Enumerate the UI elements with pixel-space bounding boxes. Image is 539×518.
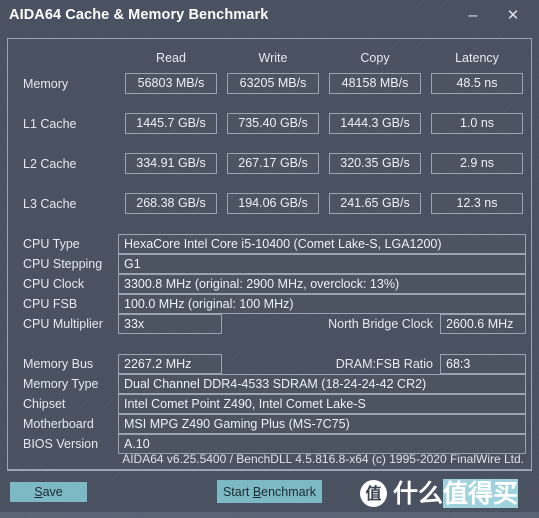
cpu-stepping-label: CPU Stepping [23, 257, 103, 271]
window-title: AIDA64 Cache & Memory Benchmark [9, 7, 269, 23]
memory-latency-value: 48.5 ns [431, 73, 523, 94]
cpu-fsb-value: 100.0 MHz (original: 100 MHz) [118, 294, 526, 314]
start-label-pre: Start [222, 484, 253, 499]
motherboard-label: Motherboard [23, 417, 94, 431]
cpu-multiplier-value: 33x [118, 314, 222, 334]
minimize-button[interactable]: – [460, 4, 486, 28]
save-accel-key: S [34, 485, 43, 499]
memory-copy-value: 48158 MB/s [329, 73, 421, 94]
cpu-type-label: CPU Type [23, 237, 80, 251]
l1-copy-value: 1444.3 GB/s [329, 113, 421, 134]
column-header-write: Write [258, 51, 288, 65]
start-label-rest: enchmark [261, 484, 317, 499]
memory-bus-value: 2267.2 MHz [118, 354, 222, 374]
start-accel-key: B [252, 484, 262, 499]
memory-write-value: 63205 MB/s [227, 73, 319, 94]
memory-type-value: Dual Channel DDR4-4533 SDRAM (18-24-24-4… [118, 374, 526, 394]
l3-write-value: 194.06 GB/s [227, 193, 319, 214]
north-bridge-clock-value: 2600.6 MHz [440, 314, 526, 334]
version-info-bar: AIDA64 v6.25.5400 / BenchDLL 4.5.816.8-x… [7, 449, 532, 471]
memory-type-label: Memory Type [23, 377, 99, 391]
l2-read-value: 334.91 GB/s [125, 153, 217, 174]
row-label-memory: Memory [23, 77, 69, 91]
dram-fsb-ratio-value: 68:3 [440, 354, 526, 374]
l2-copy-value: 320.35 GB/s [329, 153, 421, 174]
start-benchmark-button[interactable]: Start Benchmark [217, 480, 322, 503]
l1-read-value: 1445.7 GB/s [125, 113, 217, 134]
l2-write-value: 267.17 GB/s [227, 153, 319, 174]
motherboard-value: MSI MPG Z490 Gaming Plus (MS-7C75) [118, 414, 526, 434]
column-header-copy: Copy [360, 51, 390, 65]
l1-write-value: 735.40 GB/s [227, 113, 319, 134]
row-label-l2-cache: L2 Cache [23, 157, 77, 171]
cpu-clock-label: CPU Clock [23, 277, 85, 291]
cpu-stepping-value: G1 [118, 254, 526, 274]
l3-read-value: 268.38 GB/s [125, 193, 217, 214]
watermark-logo: 值 什么值得买 [360, 476, 519, 510]
l2-latency-value: 2.9 ns [431, 153, 523, 174]
l1-latency-value: 1.0 ns [431, 113, 523, 134]
bottom-strip [0, 512, 539, 518]
title-bar[interactable]: AIDA64 Cache & Memory Benchmark – ✕ [0, 0, 539, 34]
cpu-multiplier-label: CPU Multiplier [23, 317, 103, 331]
memory-bus-label: Memory Bus [23, 357, 94, 371]
row-label-l1-cache: L1 Cache [23, 117, 77, 131]
cpu-fsb-label: CPU FSB [23, 297, 78, 311]
watermark-text-plain: 什么 [393, 478, 444, 508]
row-label-l3-cache: L3 Cache [23, 197, 77, 211]
column-header-latency: Latency [455, 51, 499, 65]
memory-read-value: 56803 MB/s [125, 73, 217, 94]
chipset-value: Intel Comet Point Z490, Intel Comet Lake… [118, 394, 526, 414]
save-label-rest: ave [42, 485, 63, 499]
close-button[interactable]: ✕ [500, 4, 526, 28]
watermark-text: 什么值得买 [393, 478, 519, 508]
save-button[interactable]: Save [10, 482, 87, 502]
watermark-text-highlight: 值得买 [443, 478, 519, 508]
cpu-type-value: HexaCore Intel Core i5-10400 (Comet Lake… [118, 234, 526, 254]
l3-copy-value: 241.65 GB/s [329, 193, 421, 214]
dram-fsb-ratio-label: DRAM:FSB Ratio [335, 357, 433, 371]
chipset-label: Chipset [23, 397, 66, 411]
cpu-clock-value: 3300.8 MHz (original: 2900 MHz, overcloc… [118, 274, 526, 294]
l3-latency-value: 12.3 ns [431, 193, 523, 214]
main-panel: Read Write Copy Latency Memory 56803 MB/… [7, 38, 532, 470]
column-header-read: Read [156, 51, 186, 65]
north-bridge-clock-label: North Bridge Clock [328, 317, 433, 331]
watermark-badge-icon: 值 [360, 479, 387, 507]
